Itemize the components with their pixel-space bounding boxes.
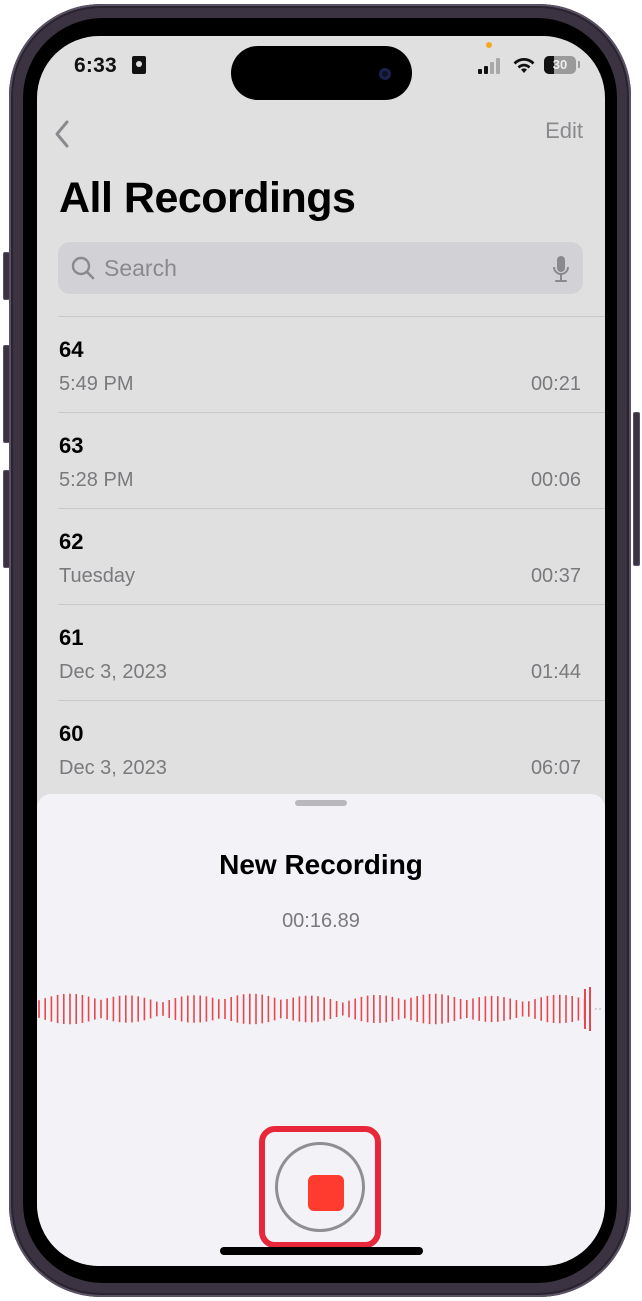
waveform-dot — [599, 1008, 601, 1010]
edit-button[interactable]: Edit — [545, 118, 583, 144]
recording-name: 64 — [59, 337, 84, 362]
recording-date: Tuesday — [59, 565, 135, 587]
recordings-list: 64 5:49 PM 00:21 63 5:28 PM 00:06 62 Tue… — [58, 316, 605, 796]
battery-icon: 30 — [544, 56, 576, 74]
recording-name: 63 — [59, 433, 84, 458]
search-input[interactable]: Search — [58, 242, 583, 294]
stop-icon — [308, 1175, 344, 1211]
recording-duration: 00:37 — [530, 565, 581, 587]
contact-card-icon — [132, 56, 146, 74]
recording-duration: 06:07 — [530, 757, 581, 779]
recording-name: 61 — [59, 625, 84, 650]
volume-up-button — [3, 345, 10, 443]
stop-button-highlight[interactable] — [259, 1126, 381, 1248]
recording-date: 5:49 PM — [59, 373, 134, 395]
recording-row[interactable]: 64 5:49 PM 00:21 — [58, 316, 605, 412]
stop-button[interactable] — [275, 1142, 365, 1232]
action-button — [3, 252, 10, 300]
battery-tip — [578, 61, 580, 68]
recording-date: 5:28 PM — [59, 469, 134, 491]
recording-title: New Recording — [219, 849, 423, 880]
recording-row[interactable]: 61 Dec 3, 2023 01:44 — [58, 604, 605, 700]
recording-row[interactable]: 62 Tuesday 00:37 — [58, 508, 605, 604]
side-power-button — [633, 412, 640, 566]
recording-name: 62 — [59, 529, 84, 554]
dynamic-island — [231, 46, 412, 100]
recording-elapsed-time: 00:16.89 — [282, 910, 360, 932]
front-camera-icon — [379, 68, 391, 80]
microphone-icon[interactable] — [551, 254, 571, 284]
search-placeholder: Search — [104, 255, 177, 281]
battery-level: 30 — [552, 57, 568, 72]
recording-sheet: New Recording 00:16.89 — [37, 794, 605, 1266]
recording-date: Dec 3, 2023 — [59, 757, 167, 779]
recording-duration: 00:21 — [530, 373, 581, 395]
waveform-dot — [595, 1008, 597, 1010]
magnifying-glass-icon — [71, 256, 95, 280]
volume-down-button — [3, 470, 10, 568]
status-time: 6:33 — [74, 54, 117, 77]
recording-date: Dec 3, 2023 — [59, 661, 167, 683]
wifi-icon — [513, 58, 535, 73]
cellular-signal-icon — [478, 58, 504, 74]
chevron-left-icon[interactable] — [49, 116, 79, 152]
waveform — [38, 987, 601, 1031]
recording-duration: 01:44 — [530, 661, 581, 683]
navigation-bar: Edit — [37, 106, 605, 156]
recording-duration: 00:06 — [530, 469, 581, 491]
privacy-dot-icon — [486, 42, 492, 48]
page-title: All Recordings — [59, 174, 356, 222]
recording-row[interactable]: 60 Dec 3, 2023 06:07 — [58, 700, 605, 796]
status-bar: 6:33 30 — [37, 36, 605, 100]
recording-row[interactable]: 63 5:28 PM 00:06 — [58, 412, 605, 508]
recording-name: 60 — [59, 721, 84, 746]
screen: 6:33 30 Edit All Recordings Search 64 5:… — [37, 36, 605, 1266]
home-indicator[interactable] — [220, 1247, 423, 1255]
sheet-grabber[interactable] — [295, 800, 347, 806]
